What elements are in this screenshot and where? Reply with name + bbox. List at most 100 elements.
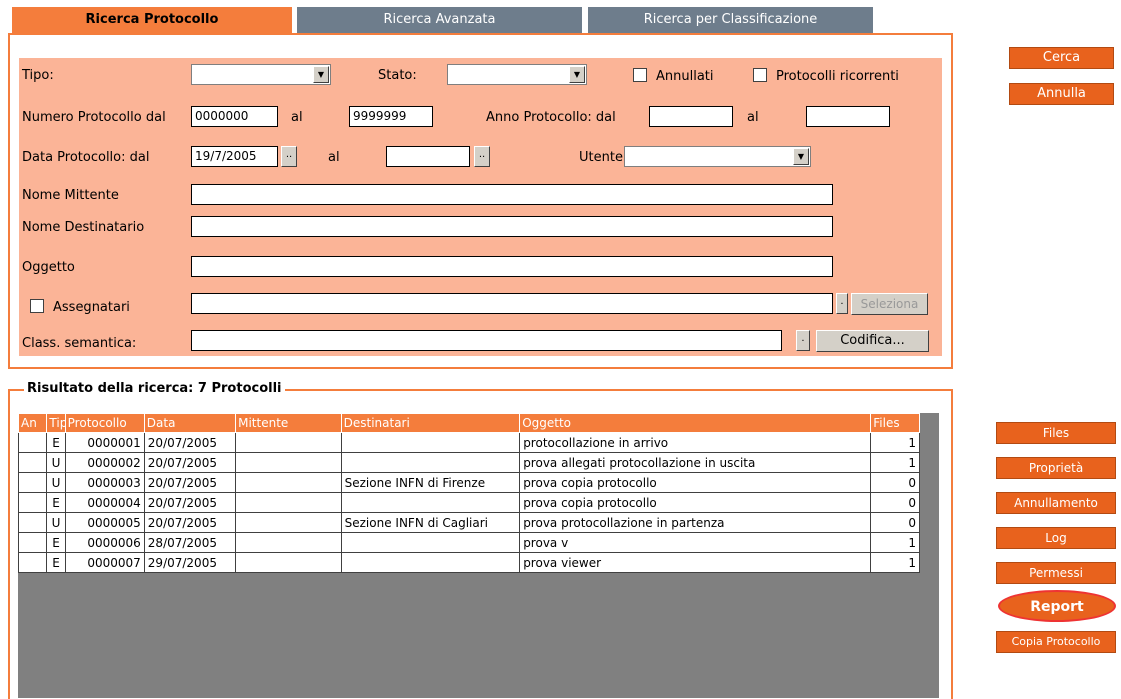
table-cell: prova v (519, 532, 872, 553)
table-cell (340, 432, 521, 453)
numero-to-input[interactable]: 9999999 (349, 106, 433, 127)
tab-ricerca-avanzata[interactable]: Ricerca Avanzata (297, 7, 582, 33)
column-header[interactable]: Mittente (235, 413, 342, 433)
tipo-label: Tipo: (22, 68, 54, 83)
table-cell: 20/07/2005 (143, 492, 237, 513)
table-cell: prova allegati protocollazione in uscita (519, 452, 872, 473)
data-from-calendar-button[interactable]: .. (281, 146, 297, 167)
table-cell: 0 (870, 512, 920, 533)
column-header[interactable]: Tip (46, 413, 66, 433)
copia-protocollo-button[interactable]: Copia Protocollo (996, 631, 1116, 653)
table-cell: 0000003 (64, 472, 145, 493)
table-cell: 29/07/2005 (143, 552, 237, 573)
table-cell (235, 552, 342, 573)
class-dot-button[interactable]: . (796, 330, 810, 351)
assegnatari-checkbox[interactable] (30, 299, 44, 313)
table-cell (340, 552, 521, 573)
table-cell: E (46, 532, 66, 553)
cerca-button[interactable]: Cerca (1009, 47, 1114, 69)
tab-ricerca-classificazione[interactable]: Ricerca per Classificazione (588, 7, 873, 33)
numero-from-input[interactable]: 0000000 (191, 106, 278, 127)
oggetto-label: Oggetto (22, 260, 75, 275)
data-from-input[interactable]: 19/7/2005 (191, 146, 278, 167)
numero-label: Numero Protocollo dal (22, 110, 166, 125)
table-cell (17, 432, 48, 453)
annulla-button[interactable]: Annulla (1009, 83, 1114, 105)
table-row[interactable]: U 0000005 20/07/2005 Sezione INFN di Caglia… (17, 512, 920, 533)
ricorrenti-label: Protocolli ricorrenti (776, 69, 899, 84)
table-cell (235, 432, 342, 453)
files-button[interactable]: Files (996, 422, 1116, 444)
results-title: Risultato della ricerca: 7 Protocolli (24, 381, 285, 396)
seleziona-button[interactable]: Seleziona (851, 293, 928, 315)
table-row[interactable]: E 0000006 28/07/2005 prova v1 (17, 532, 920, 553)
anno-from-input[interactable] (649, 106, 733, 127)
destinatario-label: Nome Destinatario (22, 220, 145, 235)
table-cell: 20/07/2005 (143, 432, 237, 453)
table-row[interactable]: E 0000001 20/07/2005 protocollazione in arr… (17, 432, 920, 453)
table-row[interactable]: E 0000004 20/07/2005 prova copia protocollo… (17, 492, 920, 513)
table-cell: 20/07/2005 (143, 472, 237, 493)
report-button[interactable]: Report (998, 590, 1116, 622)
table-row[interactable]: U 0000003 20/07/2005 Sezione INFN di Firenz… (17, 472, 920, 493)
table-cell: 0000001 (64, 432, 145, 453)
table-cell: 20/07/2005 (143, 452, 237, 473)
search-frame: Tipo: ▼ Stato: ▼ Annullati Protocolli ri… (8, 33, 953, 369)
table-cell: 1 (870, 432, 920, 453)
table-cell (17, 452, 48, 473)
data-to-input[interactable] (386, 146, 470, 167)
table-cell (235, 532, 342, 553)
table-cell: 0 (870, 492, 920, 513)
log-button[interactable]: Log (996, 527, 1116, 549)
permessi-button[interactable]: Permessi (996, 562, 1116, 584)
table-cell (235, 492, 342, 513)
assegnatari-label: Assegnatari (53, 300, 130, 315)
table-cell: prova copia protocollo (519, 472, 872, 493)
data-to-calendar-button[interactable]: .. (474, 146, 490, 167)
table-cell: 0000002 (64, 452, 145, 473)
table-cell (340, 532, 521, 553)
column-header[interactable]: Data (143, 413, 237, 433)
column-header[interactable]: Files (870, 413, 920, 433)
assegnatari-input[interactable] (191, 293, 833, 314)
destinatario-input[interactable] (191, 216, 833, 237)
tipo-select[interactable]: ▼ (191, 64, 331, 85)
column-header[interactable]: An (17, 413, 48, 433)
table-header-row: An Tip Protocollo Data Mittente Destinat… (17, 413, 920, 433)
table-cell (340, 492, 521, 513)
table-cell (235, 512, 342, 533)
table-cell: U (46, 472, 66, 493)
table-row[interactable]: E 0000007 29/07/2005 prova viewer 1 (17, 552, 920, 573)
mittente-label: Nome Mittente (22, 188, 119, 203)
data-label: Data Protocollo: dal (22, 150, 150, 165)
column-header[interactable]: Oggetto (519, 413, 872, 433)
table-cell: U (46, 512, 66, 533)
tab-ricerca-protocollo[interactable]: Ricerca Protocollo (12, 7, 292, 33)
table-cell (17, 552, 48, 573)
table-cell: 0000006 (64, 532, 145, 553)
stato-select[interactable]: ▼ (447, 64, 587, 85)
annullamento-button[interactable]: Annullamento (996, 492, 1116, 514)
table-row[interactable]: U 0000002 20/07/2005 prova allegati protoco… (17, 452, 920, 473)
column-header[interactable]: Destinatari (340, 413, 521, 433)
table-cell: 20/07/2005 (143, 512, 237, 533)
table-cell: E (46, 552, 66, 573)
annullati-checkbox[interactable] (633, 68, 647, 82)
table-cell: 0000004 (64, 492, 145, 513)
codifica-button[interactable]: Codifica... (816, 330, 929, 352)
table-cell: 0000005 (64, 512, 145, 533)
proprieta-button[interactable]: Proprietà (996, 457, 1116, 479)
table-cell (17, 512, 48, 533)
anno-to-input[interactable] (806, 106, 890, 127)
data-al-label: al (328, 150, 340, 165)
utente-select[interactable]: ▼ (624, 146, 811, 167)
table-cell: 1 (870, 552, 920, 573)
mittente-input[interactable] (191, 184, 833, 205)
assegnatari-dot-button[interactable]: . (836, 293, 848, 314)
results-table: An Tip Protocollo Data Mittente Destinat… (17, 413, 920, 573)
table-cell (235, 452, 342, 473)
oggetto-input[interactable] (191, 256, 833, 277)
ricorrenti-checkbox[interactable] (753, 68, 767, 82)
class-semantica-input[interactable] (191, 330, 782, 351)
column-header[interactable]: Protocollo (64, 413, 145, 433)
